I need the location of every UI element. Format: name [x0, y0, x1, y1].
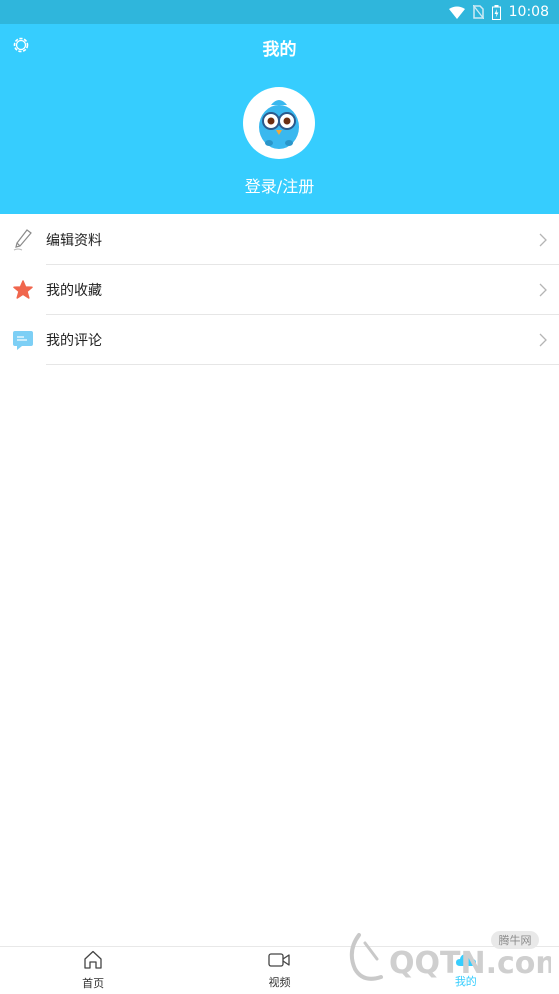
profile-menu: 编辑资料 我的收藏 我的评论	[0, 215, 559, 365]
watermark-cn: 腾牛网	[499, 933, 532, 947]
menu-item-edit-profile[interactable]: 编辑资料	[0, 215, 559, 265]
bird-mascot-icon	[259, 100, 299, 149]
tab-home[interactable]: 首页	[0, 947, 186, 994]
divider	[46, 364, 559, 365]
video-icon	[268, 952, 291, 972]
menu-item-label: 我的收藏	[46, 283, 102, 299]
bottom-nav: 首页 视频 我的	[0, 946, 559, 994]
menu-item-label: 我的评论	[46, 333, 102, 349]
menu-item-favorites[interactable]: 我的收藏	[0, 265, 559, 315]
home-icon	[83, 950, 103, 973]
chevron-right-icon	[539, 233, 547, 247]
status-time: 10:08	[508, 4, 549, 20]
comment-icon	[12, 329, 34, 351]
no-sim-icon	[472, 5, 484, 19]
avatar[interactable]	[243, 87, 315, 159]
menu-item-label: 编辑资料	[46, 233, 102, 249]
page-title: 我的	[262, 40, 297, 60]
tab-video-label: 视频	[268, 975, 291, 989]
tab-home-label: 首页	[82, 977, 105, 990]
wifi-icon	[448, 6, 465, 19]
status-bar: 10:08	[0, 0, 559, 24]
tab-mine-label: 我的	[454, 975, 477, 988]
tab-video[interactable]: 视频	[186, 947, 372, 994]
battery-icon	[491, 4, 501, 20]
profile-header: 我的 登录/注册	[0, 24, 559, 214]
chevron-right-icon	[539, 333, 547, 347]
tab-mine[interactable]: 我的	[373, 947, 559, 994]
pencil-icon	[12, 229, 34, 251]
chevron-right-icon	[539, 283, 547, 297]
login-register-link[interactable]: 登录/注册	[0, 173, 559, 197]
cloud-icon	[455, 952, 477, 971]
star-icon	[12, 279, 34, 301]
menu-item-comments[interactable]: 我的评论	[0, 315, 559, 365]
